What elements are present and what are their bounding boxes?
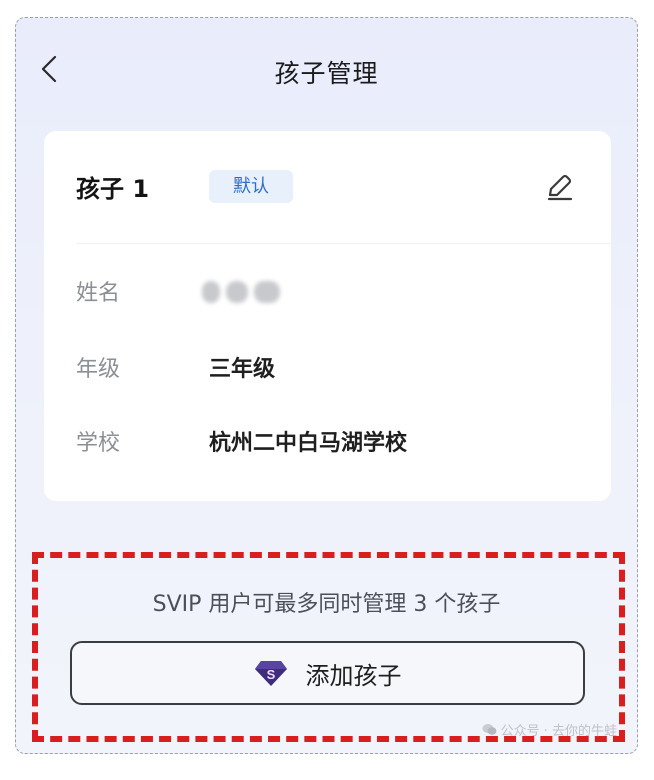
blurred-name (202, 279, 288, 305)
field-label-school: 学校 (76, 431, 121, 456)
svip-diamond-icon: S (254, 661, 287, 686)
field-label-name: 姓名 (76, 281, 121, 306)
wechat-icon (482, 724, 497, 735)
pencil-icon[interactable] (544, 172, 574, 202)
child-card: 孩子 1 默认 姓名 年级 三年级 学校 杭州二中白马湖学校 (44, 131, 611, 501)
field-value-school: 杭州二中白马湖学校 (209, 431, 408, 456)
page-title: 孩子管理 (274, 59, 379, 88)
add-child-label: 添加孩子 (305, 661, 402, 690)
field-label-grade: 年级 (76, 357, 121, 382)
svg-text:S: S (266, 667, 275, 682)
app-frame: 孩子管理 孩子 1 默认 姓名 年级 三年级 学校 杭州二中白马湖学校 SVIP… (15, 17, 638, 754)
watermark-text: 公众号 · 去你的牛蛙 (500, 724, 617, 739)
child-name: 孩子 1 (76, 175, 150, 203)
field-value-grade: 三年级 (209, 357, 276, 382)
watermark: 公众号 · 去你的牛蛙 (482, 720, 617, 739)
svip-limit-note: SVIP 用户可最多同时管理 3 个孩子 (152, 592, 501, 617)
default-badge: 默认 (209, 170, 293, 203)
card-divider (76, 243, 611, 244)
add-child-button[interactable]: S 添加孩子 (70, 641, 585, 705)
